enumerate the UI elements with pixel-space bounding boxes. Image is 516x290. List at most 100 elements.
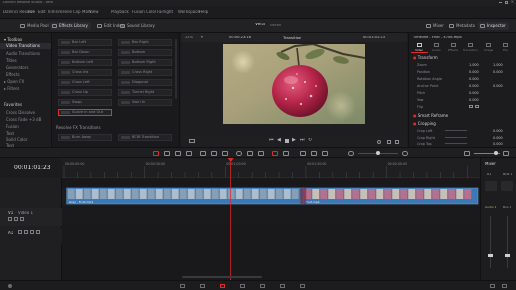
close-icon[interactable]: ✕ [511,0,514,4]
eq-graph[interactable] [501,181,513,191]
tab-effects[interactable]: Effects [445,42,462,53]
menu-item-edit[interactable]: Edit [38,10,46,14]
zoom-level[interactable]: 22% [185,36,193,40]
anchor-point-row[interactable]: Anchor Point 0.000 0.000 [417,84,513,89]
crop-left-row[interactable]: Crop Left 0.000 [417,129,513,134]
metadata-button[interactable]: Metadata [447,22,478,30]
match-frame-icon[interactable] [377,140,381,144]
effects-scrollbar[interactable] [175,39,177,99]
effect-tile[interactable]: Cross Up [58,89,112,96]
zoom-out-icon[interactable] [348,151,354,156]
favorite-item[interactable]: Fusion [6,124,19,129]
position-lock-icon[interactable] [258,151,264,156]
tree-item-audio-transitions[interactable]: Audio Transitions [6,51,40,56]
tab-image[interactable]: Image [480,42,497,53]
smart-reframe-section[interactable]: ● Smart Reframe [413,113,448,118]
lock-icon[interactable] [8,217,12,221]
dynamic-trim-icon[interactable] [175,151,181,156]
menu-item-color[interactable]: Color [146,10,156,14]
menu-item-view[interactable]: View [89,10,99,14]
timeline-scrollbar[interactable] [182,276,262,278]
effect-tile[interactable]: Bottom Left [58,59,112,66]
pitch-row[interactable]: Pitch 0.000 [417,91,513,96]
transition-marker[interactable] [300,188,307,204]
snapping-icon[interactable] [236,151,242,156]
effect-tile[interactable]: Tunnel Right [118,89,172,96]
menu-item-timeline[interactable]: Timeline [55,10,72,14]
stop-icon[interactable] [285,139,289,143]
eye-icon[interactable] [20,217,24,221]
tab-transition[interactable]: Transition [462,42,480,53]
eq-graph[interactable] [485,181,497,191]
favorites-header[interactable]: Favorites [4,102,22,107]
audio-track-lane[interactable] [62,208,480,224]
media-pool-button[interactable]: Media Pool [18,22,52,30]
volume-handle[interactable] [494,151,498,155]
fader-handle[interactable] [488,254,493,257]
favorite-item[interactable]: Cross Fade +3 dB [6,117,41,122]
menu-item-file[interactable]: File [28,10,35,14]
crop-right-slider[interactable] [445,137,467,138]
tree-item-effects[interactable]: Effects [6,72,20,77]
selection-tool-icon[interactable] [153,151,159,156]
tab-audio[interactable]: Audio [428,42,445,53]
transform-section[interactable]: ● Transform [413,55,438,60]
tree-item-open-fx[interactable]: ▸ Open FX [4,79,24,84]
zoom-row[interactable]: Zoom 1.000 1.000 [417,63,513,68]
skip-forward-icon[interactable]: ⏭ [300,138,305,143]
mark-in-icon[interactable] [387,140,391,144]
effect-tile[interactable]: Bar Left [58,39,112,46]
yaw-row[interactable]: Yaw 0.000 [417,98,513,103]
sound-library-button[interactable]: Sound Library [118,22,158,30]
effect-tile[interactable]: Burn Away [58,134,112,141]
menu-item-fusion[interactable]: Fusion [132,10,145,14]
auto-select-icon[interactable] [24,230,28,234]
fusion-page-icon[interactable] [240,284,245,288]
zoom-in-icon[interactable] [402,151,408,156]
audio-level-icon[interactable] [464,151,470,156]
effects-library-button[interactable]: Effects Library [50,22,91,30]
auto-select-icon[interactable] [14,217,18,221]
menu-item-workspace[interactable]: Workspace [178,10,200,14]
minimize-icon[interactable] [499,2,502,3]
edit-page-icon[interactable] [220,284,225,288]
effect-tile[interactable]: Cross Iris [58,69,112,76]
effect-tile[interactable]: BCIR Transition [118,134,172,141]
timeline-timecode[interactable]: 00:01:01:23 [14,165,51,171]
menu-item-playback[interactable]: Playback [111,10,129,14]
effect-tile[interactable]: Bottom [118,49,172,56]
favorite-item[interactable]: Solid Color [6,137,27,142]
zoom-full-icon[interactable] [300,151,306,156]
position-row[interactable]: Position 0.000 0.000 [417,70,513,75]
viewer-mode-icon[interactable] [189,139,195,143]
favorite-item[interactable]: Cross Dissolve [6,110,35,115]
effect-tile[interactable]: Bar Right [118,39,172,46]
loop-icon[interactable]: ↻ [308,138,312,143]
flag-icon[interactable] [272,151,278,156]
home-icon[interactable] [490,284,495,288]
color-page-icon[interactable] [260,284,265,288]
blade-tool-icon[interactable] [186,151,192,156]
linked-selection-icon[interactable] [247,151,253,156]
effect-tile[interactable]: Swap [58,99,112,106]
effect-tile[interactable]: Diagonal [118,79,172,86]
toolbox-header[interactable]: ▾ Toolbox [4,37,22,42]
menu-item-fairlight[interactable]: Fairlight [157,10,173,14]
effect-tile[interactable]: Bar Down [58,49,112,56]
video-track-header[interactable]: V1 Video 1 [0,208,62,226]
mute-icon[interactable] [36,230,40,234]
timeline-tracks[interactable]: 00:00:00:00 00:00:30:00 00:01:00:00 00:01:3… [62,158,480,280]
zoom-custom-icon[interactable] [322,151,328,156]
maximize-icon[interactable] [505,1,508,4]
effect-tile-selected[interactable]: Suave in and Out [58,109,112,116]
play-reverse-icon[interactable]: ◀ [277,138,281,143]
tree-item-filters[interactable]: ▸ Filters [4,86,19,91]
tree-item-generators[interactable]: Generators [6,65,28,70]
effect-tile[interactable]: Cross Left [58,79,112,86]
mixer-button[interactable]: Mixer [424,22,447,30]
play-icon[interactable]: ▶ [292,138,296,143]
deliver-page-icon[interactable] [300,284,305,288]
solo-icon[interactable] [30,230,34,234]
flip-vertical-icon[interactable] [475,105,479,108]
crop-top-slider[interactable] [445,143,467,144]
